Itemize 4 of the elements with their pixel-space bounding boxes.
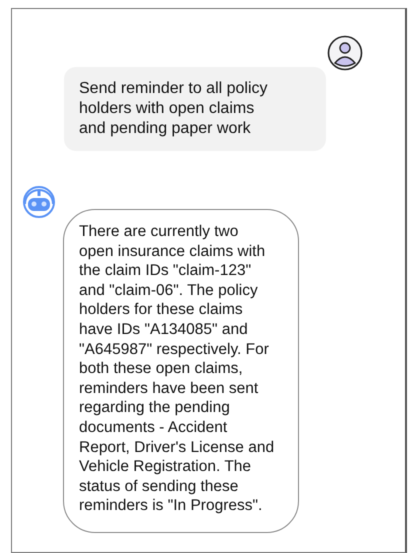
- user-message: Send reminder to all policy holders with open claims and pending paper work: [64, 67, 326, 151]
- bot-message: There are currently two open insurance claims with the claim IDs "claim-123" and "claim-06". The policy holders for these claims have IDs "A134085" and "A645987" respectively. For both these open claims, reminders have been sent regarding the pending documents - Accident Report, Driver's License and Vehicle Registration. The status of sending these reminders is "In Progress".: [63, 209, 299, 533]
- user-avatar-icon: [327, 35, 363, 71]
- robot-avatar-icon: [21, 185, 57, 219]
